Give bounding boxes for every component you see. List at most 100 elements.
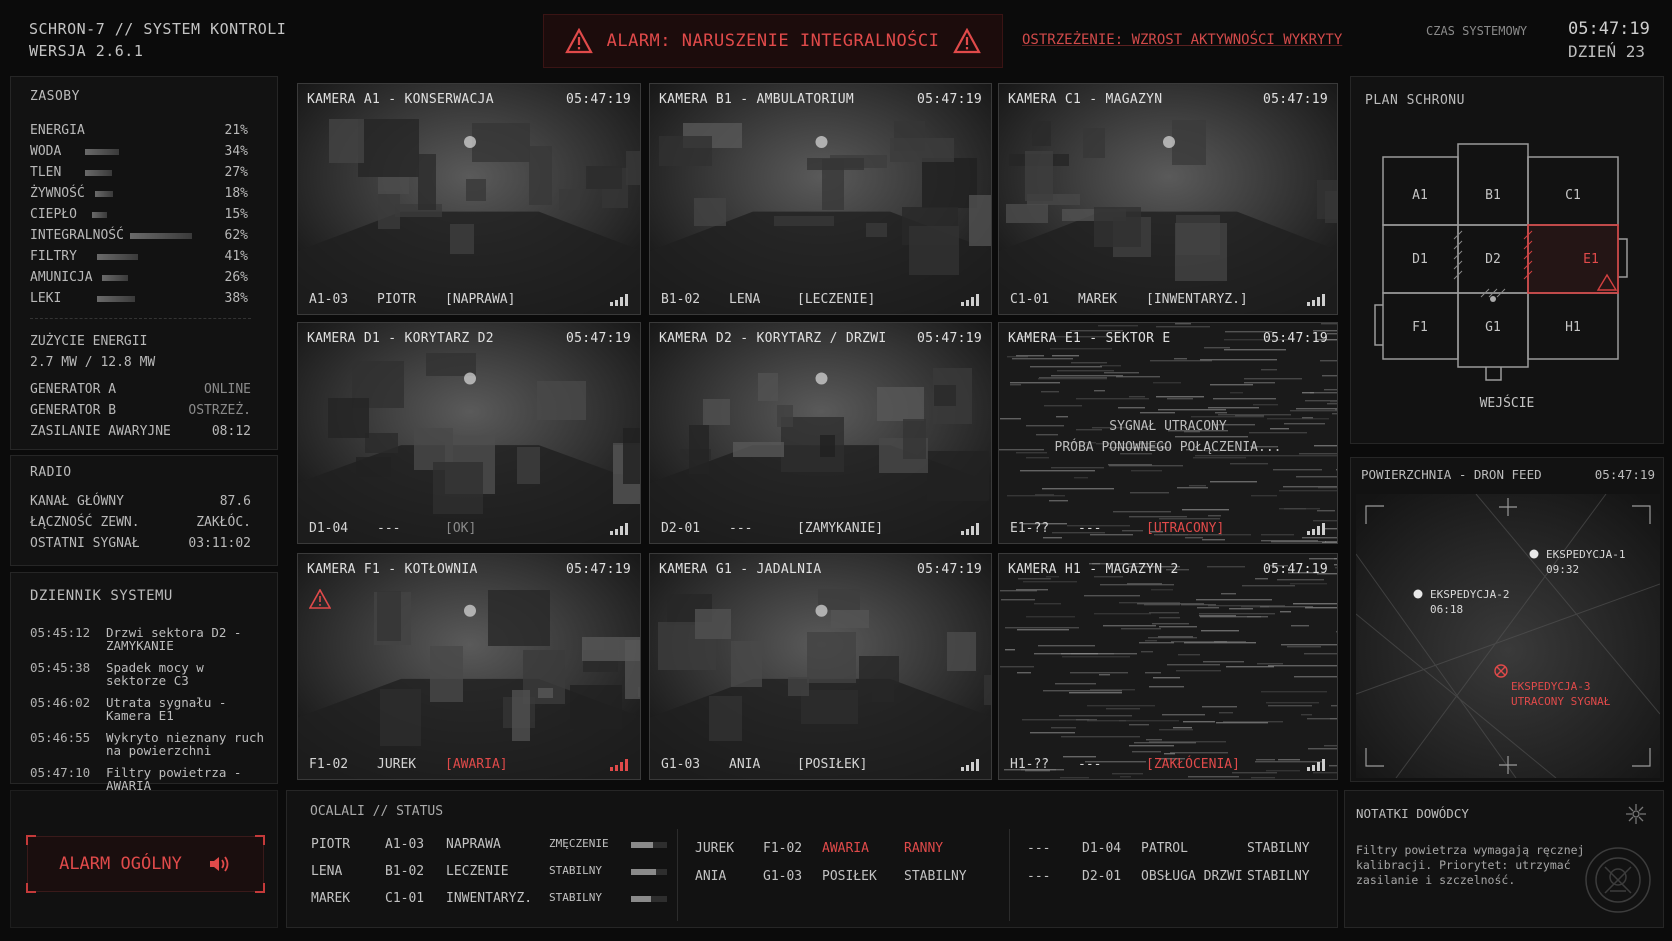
camera-title: KAMERA G1 - JADALNIA [659, 562, 822, 577]
survivor-state: STABILNY [1247, 841, 1310, 856]
camera-status: [ZAKŁÓCENIA] [1146, 757, 1240, 772]
signal-strength-icon [610, 522, 628, 535]
signal-strength-icon [961, 293, 979, 306]
camera-time: 05:47:19 [916, 92, 982, 107]
integrity-alarm-banner[interactable]: ALARM: NARUSZENIE INTEGRALNOŚCI [543, 14, 1003, 68]
resource-value: 41% [224, 249, 248, 264]
camera-id: G1-03 [661, 757, 701, 772]
expedition-2-label: EKSPEDYCJA-2 [1430, 588, 1509, 601]
drone-time: 05:47:19 [1594, 467, 1655, 482]
survivor-task: INWENTARYZ. [446, 891, 533, 906]
log-list: 05:45:12 Drzwi sektora D2 - ZAMYKANIE 05:4… [30, 626, 269, 801]
resource-value: 26% [224, 270, 248, 285]
resource-level-bar [130, 232, 192, 239]
camera-header: KAMERA H1 - MAGAZYN 2 05:47:19 [1008, 562, 1328, 577]
resource-row: CIEPŁO 15% [30, 204, 248, 225]
drone-map[interactable]: EKSPEDYCJA-1 09:32 EKSPEDYCJA-2 06:18 EK… [1356, 494, 1660, 778]
expedition-3-status: UTRACONY SYGNAŁ [1511, 695, 1611, 708]
shelter-map[interactable]: A1 B1 C1 D1 D2 E1 F1 G1 H1 WEJŚCIE [1351, 127, 1665, 437]
camera-header: KAMERA F1 - KOTŁOWNIA 05:47:19 [307, 562, 631, 577]
survivor-row[interactable]: MAREK C1-01 INWENTARYZ. STABILNY [287, 891, 1339, 909]
camera-feed[interactable]: KAMERA C1 - MAGAZYN 05:47:19 C1-01 MAREK [IN… [998, 83, 1338, 315]
camera-id: F1-02 [309, 757, 349, 772]
camera-footer: A1-03 PIOTR [NAPRAWA] [309, 292, 628, 307]
alarm-button-label: ALARM OGÓLNY [59, 854, 182, 874]
signal-strength-icon [961, 758, 979, 771]
camera-feed[interactable]: KAMERA A1 - KONSERWACJA 05:47:19 A1-03 PIOT… [297, 83, 641, 315]
survivor-location: D2-01 [1082, 869, 1122, 884]
camera-footer: D1-04 --- [OK] [309, 521, 628, 536]
camera-image [650, 554, 991, 779]
log-message: Drzwi sektora D2 - ZAMYKANIE [106, 625, 242, 653]
day-counter: DZIEŃ 23 [1568, 42, 1646, 61]
notes-title: NOTATKI DOWÓDCY [1356, 806, 1469, 821]
signal-strength-icon [961, 522, 979, 535]
camera-feed[interactable]: KAMERA E1 - SEKTOR E 05:47:19 SYGNAŁ UTRAC… [998, 322, 1338, 544]
log-message: Utrata sygnału - Kamera E1 [106, 695, 227, 723]
system-version: WERSJA 2.6.1 [29, 42, 144, 60]
log-time: 05:46:02 [30, 695, 91, 710]
log-entry: 05:46:55 Wykryto nieznany ruch na powierz… [30, 731, 269, 757]
survivors-panel: OCALALI // STATUS PIOTR A1-03 NAPRAWA ZMĘCZ… [286, 790, 1338, 928]
resource-value: 62% [224, 228, 248, 243]
general-alarm-button[interactable]: ALARM OGÓLNY [26, 835, 265, 893]
camera-title: KAMERA C1 - MAGAZYN [1008, 92, 1163, 107]
camera-feed[interactable]: KAMERA G1 - JADALNIA 05:47:19 G1-03 ANIA [PO… [649, 553, 992, 780]
radiation-icon [1626, 804, 1646, 824]
log-entry: 05:45:38 Spadek mocy w sektorze C3 [30, 661, 269, 687]
expedition-3-label: EKSPEDYCJA-3 [1511, 680, 1590, 693]
resource-value: 34% [224, 144, 248, 159]
camera-feed[interactable]: KAMERA F1 - KOTŁOWNIA 05:47:19 F1-02 JUREK [… [297, 553, 641, 780]
system-time: 05:47:19 [1568, 19, 1650, 39]
resource-name: LEKI [30, 291, 62, 306]
system-name: SCHRON-7 // SYSTEM KONTROLI [29, 20, 287, 38]
resource-name: WODA [30, 144, 62, 159]
camera-footer: D2-01 --- [ZAMYKANIE] [661, 521, 979, 536]
energy-title: ZUŻYCIE ENERGII [30, 334, 148, 349]
resource-row: ŻYWNOŚĆ 18% [30, 183, 248, 204]
survivor-name: MAREK [311, 891, 351, 906]
map-room-a1: A1 [1412, 188, 1428, 203]
camera-feed[interactable]: KAMERA B1 - AMBULATORIUM 05:47:19 B1-02 LEN… [649, 83, 992, 315]
camera-footer: F1-02 JUREK [AWARIA] [309, 757, 628, 772]
camera-feed[interactable]: KAMERA H1 - MAGAZYN 2 05:47:19 H1-?? --- [ZA… [998, 553, 1338, 780]
camera-footer: G1-03 ANIA [POSIŁEK] [661, 757, 979, 772]
resource-name: FILTRY [30, 249, 77, 264]
camera-image [298, 323, 640, 543]
survivor-location: C1-01 [385, 891, 425, 906]
camera-time: 05:47:19 [1262, 562, 1328, 577]
log-time: 05:45:12 [30, 625, 91, 640]
resource-level-bar [102, 274, 128, 281]
signal-strength-icon [610, 758, 628, 771]
camera-header: KAMERA A1 - KONSERWACJA 05:47:19 [307, 92, 631, 107]
camera-id: D1-04 [309, 521, 349, 536]
resource-name: AMUNICJA [30, 270, 93, 285]
activity-warning[interactable]: OSTRZEŻENIE: WZROST AKTYWNOŚCI WYKRYTY [1022, 32, 1342, 48]
camera-id: C1-01 [1010, 292, 1050, 307]
survivor-row[interactable]: --- D2-01 OBSŁUGA DRZWI STABILNY [287, 869, 1339, 887]
camera-image [650, 84, 991, 314]
survivor-row[interactable]: --- D1-04 PATROL STABILNY [287, 841, 1339, 859]
resource-row: AMUNICJA 26% [30, 267, 248, 288]
resource-row: ENERGIA 21% [30, 120, 248, 141]
camera-time: 05:47:19 [916, 562, 982, 577]
energy-value: 2.7 MW / 12.8 MW [30, 355, 156, 370]
resource-value: 27% [224, 165, 248, 180]
resource-value: 21% [224, 123, 248, 138]
camera-status: [UTRACONY] [1146, 521, 1225, 536]
camera-feed[interactable]: KAMERA D1 - KORYTARZ D2 05:47:19 D1-04 --- [… [297, 322, 641, 544]
map-room-g1: G1 [1485, 320, 1501, 335]
generator-b-row: GENERATOR B OSTRZEŻ. [30, 403, 251, 418]
reconnect-text: PRÓBA PONOWNEGO POŁĄCZENIA... [1054, 440, 1282, 455]
alarm-area: ALARM OGÓLNY [10, 790, 278, 928]
resource-level-bar [92, 211, 107, 218]
camera-feed[interactable]: KAMERA D2 - KORYTARZ / DRZWI 05:47:19 D2-0… [649, 322, 992, 544]
signal-strength-icon [1307, 758, 1325, 771]
map-title: PLAN SCHRONU [1365, 93, 1465, 108]
log-entry: 05:47:10 Filtry powietrza - AWARIA [30, 766, 269, 792]
radio-row: KANAŁ GŁÓWNY 87.6 [30, 494, 251, 509]
camera-person: --- [377, 521, 401, 536]
notes-text: Filtry powietrza wymagają ręcznej kalibr… [1356, 843, 1585, 887]
resource-row: LEKI 38% [30, 288, 248, 309]
camera-person: --- [1078, 521, 1102, 536]
